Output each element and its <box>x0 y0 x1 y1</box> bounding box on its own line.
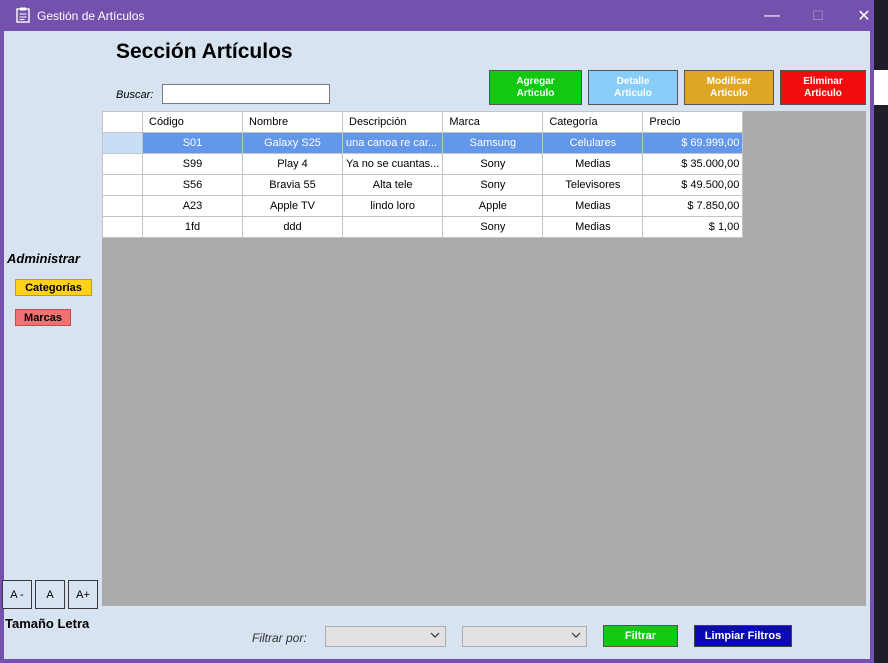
column-header-marca[interactable]: Marca <box>442 111 544 133</box>
row-header[interactable] <box>102 132 143 154</box>
row-header[interactable] <box>102 153 143 175</box>
search-label: Buscar: <box>116 89 154 101</box>
cell-precio[interactable]: $ 49.500,00 <box>642 174 744 196</box>
page-title: Sección Artículos <box>116 40 293 63</box>
cell-nombre[interactable]: ddd <box>242 216 343 238</box>
cell-nombre[interactable]: Bravia 55 <box>242 174 343 196</box>
marcas-button[interactable]: Marcas <box>15 309 71 326</box>
table-row[interactable]: S99 Play 4 Ya no se cuantas... Sony Medi… <box>102 153 744 175</box>
add-article-button[interactable]: Agregar Articulo <box>489 70 582 105</box>
edit-article-button[interactable]: Modificar Articulo <box>684 70 774 105</box>
delete-article-button[interactable]: Eliminar Articulo <box>780 70 866 105</box>
font-normal-button[interactable]: A <box>35 580 65 609</box>
articles-table: Código Nombre Descripción Marca Categorí… <box>102 111 744 238</box>
cell-precio[interactable]: $ 1,00 <box>642 216 744 238</box>
cell-precio[interactable]: $ 35.000,00 <box>642 153 744 175</box>
font-decrease-button[interactable]: A - <box>2 580 32 609</box>
articles-grid[interactable]: Código Nombre Descripción Marca Categorí… <box>102 111 866 606</box>
apply-filter-button[interactable]: Filtrar <box>603 625 678 647</box>
column-header-categoria[interactable]: Categoría <box>542 111 644 133</box>
cell-precio[interactable]: $ 69.999,00 <box>642 132 744 154</box>
row-header[interactable] <box>102 174 143 196</box>
filter-label: Filtrar por: <box>252 631 307 645</box>
table-header-row: Código Nombre Descripción Marca Categorí… <box>102 111 744 133</box>
cell-nombre[interactable]: Apple TV <box>242 195 343 217</box>
search-input[interactable] <box>162 84 330 104</box>
column-header-precio[interactable]: Precio <box>642 111 744 133</box>
cell-marca[interactable]: Sony <box>442 174 544 196</box>
cell-codigo[interactable]: 1fd <box>142 216 243 238</box>
cell-marca[interactable]: Apple <box>442 195 544 217</box>
column-header-descripcion[interactable]: Descripción <box>341 111 444 133</box>
cell-marca[interactable]: Samsung <box>442 132 544 154</box>
row-header[interactable] <box>102 195 143 217</box>
cell-nombre[interactable]: Play 4 <box>242 153 343 175</box>
cell-descripcion[interactable] <box>341 216 444 238</box>
cell-categoria[interactable]: Celulares <box>542 132 644 154</box>
maximize-button[interactable]: ☐ <box>795 0 841 31</box>
background-window-fragment <box>874 70 888 105</box>
categorias-button[interactable]: Categorías <box>15 279 92 296</box>
clipboard-icon <box>16 7 30 23</box>
table-row[interactable]: S01 Galaxy S25 una canoa re car... Samsu… <box>102 132 744 154</box>
cell-categoria[interactable]: Medias <box>542 216 644 238</box>
cell-descripcion[interactable]: Alta tele <box>341 174 444 196</box>
cell-descripcion[interactable]: una canoa re car... <box>341 132 444 154</box>
cell-descripcion[interactable]: lindo loro <box>341 195 444 217</box>
row-header[interactable] <box>102 216 143 238</box>
table-row[interactable]: 1fd ddd Sony Medias $ 1,00 <box>102 216 744 238</box>
window-title: Gestión de Artículos <box>37 9 145 23</box>
cell-categoria[interactable]: Televisores <box>542 174 644 196</box>
table-row[interactable]: S56 Bravia 55 Alta tele Sony Televisores… <box>102 174 744 196</box>
cell-categoria[interactable]: Medias <box>542 195 644 217</box>
filter-criteria-select[interactable] <box>462 626 587 647</box>
cell-codigo[interactable]: A23 <box>142 195 243 217</box>
chevron-down-icon <box>430 630 440 643</box>
detail-article-button[interactable]: Detalle Articulo <box>588 70 678 105</box>
title-bar[interactable]: Gestión de Artículos — ☐ ✕ <box>4 0 878 31</box>
cell-codigo[interactable]: S56 <box>142 174 243 196</box>
table-row[interactable]: A23 Apple TV lindo loro Apple Medias $ 7… <box>102 195 744 217</box>
cell-marca[interactable]: Sony <box>442 153 544 175</box>
column-header-nombre[interactable]: Nombre <box>242 111 343 133</box>
cell-codigo[interactable]: S01 <box>142 132 243 154</box>
clear-filters-button[interactable]: Limpiar Filtros <box>694 625 792 647</box>
chevron-down-icon <box>571 630 581 643</box>
cell-precio[interactable]: $ 7.850,00 <box>642 195 744 217</box>
cell-categoria[interactable]: Medias <box>542 153 644 175</box>
admin-label: Administrar <box>7 251 80 266</box>
cell-marca[interactable]: Sony <box>442 216 544 238</box>
row-header-corner <box>102 111 143 133</box>
font-increase-button[interactable]: A+ <box>68 580 98 609</box>
cell-nombre[interactable]: Galaxy S25 <box>242 132 343 154</box>
cell-codigo[interactable]: S99 <box>142 153 243 175</box>
column-header-codigo[interactable]: Código <box>142 111 243 133</box>
minimize-button[interactable]: — <box>749 0 795 31</box>
cell-descripcion[interactable]: Ya no se cuantas... <box>341 153 444 175</box>
filter-field-select[interactable] <box>325 626 446 647</box>
font-size-label: Tamaño Letra <box>5 616 90 631</box>
